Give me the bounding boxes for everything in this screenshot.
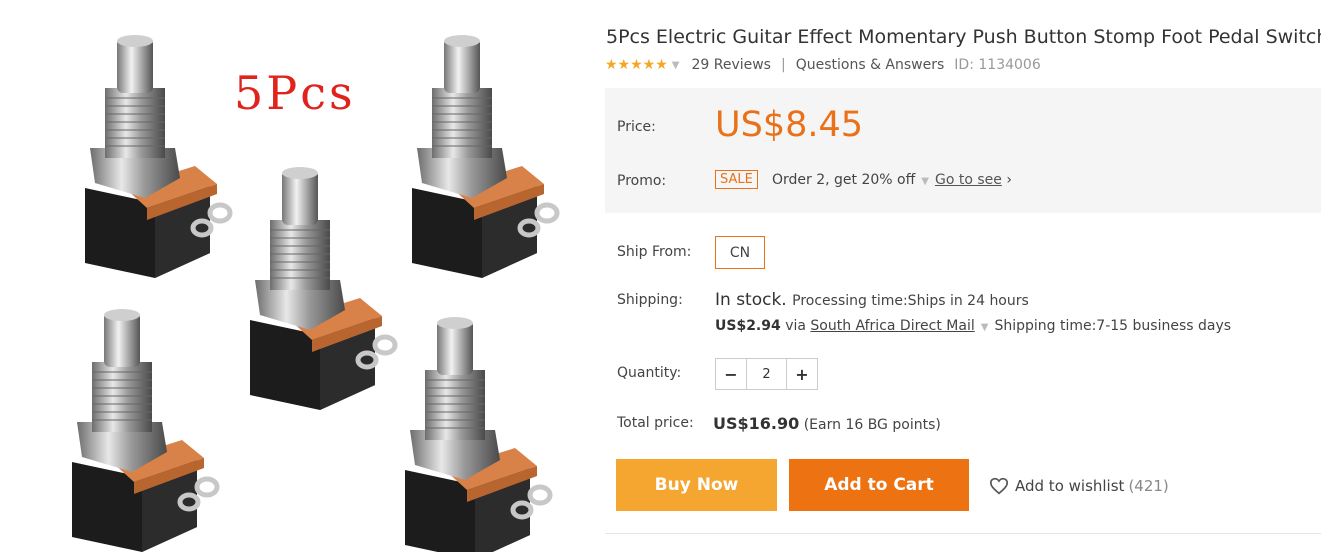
- heart-icon: [989, 477, 1009, 495]
- shipping-method-link[interactable]: South Africa Direct Mail: [810, 318, 974, 334]
- quantity-increment-button[interactable]: +: [787, 359, 817, 389]
- divider: |: [780, 57, 786, 73]
- shipping-label: Shipping:: [617, 292, 683, 308]
- reviews-link[interactable]: 29 Reviews: [691, 57, 771, 73]
- rating-stars[interactable]: ★★★★★: [605, 57, 668, 73]
- promo-info: Order 2, get 20% off ▼ Go to see ›: [772, 172, 1012, 188]
- wishlist-label: Add to wishlist: [1015, 477, 1125, 495]
- in-stock-text: In stock.: [715, 290, 787, 310]
- quantity-stepper: − 2 +: [715, 358, 818, 390]
- price-value: US$8.45: [715, 105, 864, 145]
- quantity-decrement-button[interactable]: −: [716, 359, 746, 389]
- processing-time: Processing time:Ships in 24 hours: [792, 293, 1029, 309]
- chevron-right-icon: ›: [1006, 172, 1012, 188]
- shipping-method: US$2.94 via South Africa Direct Mail ▼ Shi…: [715, 318, 1231, 334]
- add-to-cart-button[interactable]: Add to Cart: [789, 459, 969, 511]
- quantity-input[interactable]: 2: [746, 359, 787, 389]
- price-label: Price:: [617, 119, 656, 135]
- product-title: 5Pcs Electric Guitar Effect Momentary Pu…: [606, 26, 1321, 48]
- image-overlay-text: 5Pcs: [234, 66, 356, 120]
- quantity-label: Quantity:: [617, 365, 682, 381]
- product-id: ID: 1134006: [954, 57, 1041, 73]
- total-price-value: US$16.90: [713, 414, 800, 433]
- product-image[interactable]: 5Pcs: [0, 0, 590, 552]
- sale-badge: SALE: [715, 170, 758, 189]
- divider: [605, 533, 1321, 534]
- stock-status: In stock. Processing time:Ships in 24 ho…: [715, 290, 1029, 310]
- product-info: 5Pcs Electric Guitar Effect Momentary Pu…: [605, 0, 1321, 552]
- ship-from-option-cn[interactable]: CN: [715, 236, 765, 269]
- qa-link[interactable]: Questions & Answers: [796, 57, 945, 73]
- promo-label: Promo:: [617, 173, 667, 189]
- promo-text: Order 2, get 20% off: [772, 172, 916, 188]
- go-to-see-link[interactable]: Go to see: [935, 172, 1002, 188]
- shipping-cost: US$2.94: [715, 318, 781, 334]
- price-box: Price: US$8.45 Promo: SALE Order 2, get …: [605, 88, 1321, 213]
- wishlist-count: (421): [1128, 477, 1169, 495]
- total-price-label: Total price:: [617, 415, 694, 431]
- shipping-time: Shipping time:7-15 business days: [994, 318, 1232, 334]
- chevron-down-icon[interactable]: ▼: [672, 60, 680, 71]
- add-to-wishlist-button[interactable]: Add to wishlist (421): [989, 477, 1169, 495]
- product-meta: ★★★★★ ▼ 29 Reviews | Questions & Answers…: [605, 57, 1041, 73]
- bg-points: (Earn 16 BG points): [803, 417, 941, 433]
- total-price: US$16.90 (Earn 16 BG points): [713, 414, 941, 433]
- chevron-down-icon[interactable]: ▼: [921, 176, 929, 187]
- chevron-down-icon[interactable]: ▼: [981, 322, 989, 333]
- via-text: via: [785, 318, 806, 334]
- ship-from-label: Ship From:: [617, 244, 692, 260]
- buy-now-button[interactable]: Buy Now: [616, 459, 777, 511]
